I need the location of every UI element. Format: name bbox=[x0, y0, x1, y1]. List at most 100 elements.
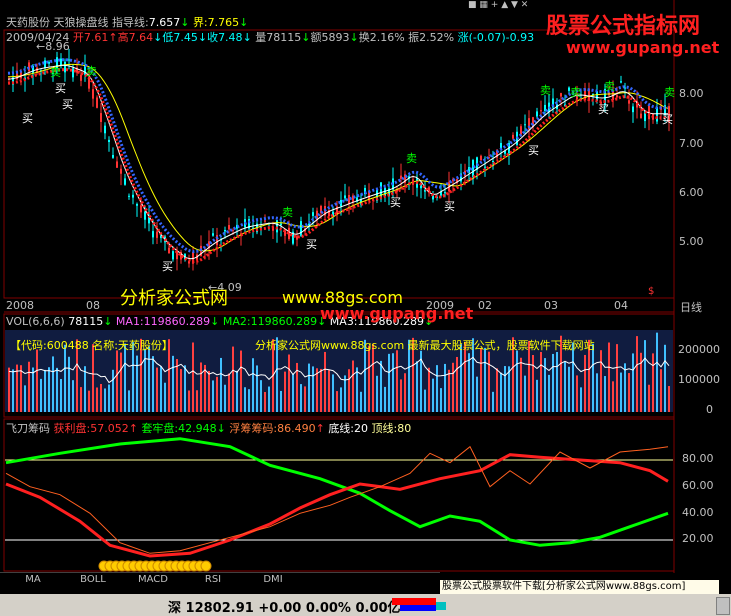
open-label: 开 bbox=[72, 31, 84, 44]
volume-bar bbox=[136, 355, 138, 412]
volume-bar bbox=[448, 369, 450, 412]
volume-bar bbox=[192, 342, 194, 412]
volume-bar bbox=[600, 350, 602, 412]
volume-bar bbox=[596, 373, 598, 412]
close-icon[interactable]: ✕ bbox=[521, 0, 529, 10]
volume-bar bbox=[484, 347, 486, 412]
down-icon[interactable]: ▼ bbox=[511, 0, 518, 10]
vol-title: VOL(6,6,6) bbox=[6, 315, 65, 328]
tab-macd[interactable]: MACD bbox=[124, 573, 182, 587]
indicator-header: 飞刀筹码 获利盘:57.052↑ 套牢盘:42.948↓ 浮筹筹码:86.490… bbox=[6, 422, 412, 435]
market-name: 深 bbox=[168, 601, 182, 616]
volume-bar bbox=[352, 360, 354, 412]
volume-bar bbox=[80, 387, 82, 412]
candle-body bbox=[80, 74, 82, 81]
down-arrow-icon: ↓ bbox=[301, 31, 311, 44]
index-pct: 0.00% bbox=[305, 601, 351, 616]
candle-body bbox=[560, 93, 562, 97]
candle-body bbox=[276, 220, 278, 233]
banner: 股票公式股票软件下载[分析家公式网www.88gs.com] bbox=[440, 580, 719, 594]
candle-body bbox=[444, 192, 446, 194]
volume-bar bbox=[452, 362, 454, 412]
volume-bar bbox=[340, 387, 342, 412]
turnover-value: 2.16% bbox=[369, 31, 405, 44]
volume-bar bbox=[424, 389, 426, 412]
profit-value: 57.052 bbox=[90, 422, 129, 435]
tab-rsi[interactable]: RSI bbox=[184, 573, 242, 587]
bottom-value: 20 bbox=[354, 422, 369, 435]
volume-bar bbox=[652, 353, 654, 412]
volume-bar bbox=[444, 363, 446, 412]
vol-tick-100000: 100000 bbox=[678, 373, 720, 386]
plus-icon[interactable]: + bbox=[491, 0, 499, 10]
amplitude-label: 振 bbox=[408, 31, 420, 44]
buy-signal: 买 bbox=[306, 238, 317, 251]
volume-bar bbox=[20, 365, 22, 412]
tab-ma[interactable]: MA bbox=[4, 573, 62, 587]
tab-boll[interactable]: BOLL bbox=[64, 573, 122, 587]
tab-dmi[interactable]: DMI bbox=[244, 573, 302, 587]
up-icon[interactable]: ▲ bbox=[501, 0, 508, 10]
price-tick-7: 7.00 bbox=[679, 137, 704, 150]
candle-body bbox=[132, 194, 134, 198]
period-label[interactable]: 日线 bbox=[680, 299, 702, 315]
down-arrow-icon: ↓ bbox=[242, 31, 252, 44]
volume-bar bbox=[268, 386, 270, 412]
candle-body bbox=[264, 220, 266, 222]
volume-bar bbox=[56, 367, 58, 412]
volume-bar bbox=[244, 387, 246, 412]
volume-bar bbox=[72, 380, 74, 412]
trap-label: 套牢盘: bbox=[141, 422, 179, 435]
candle-body bbox=[120, 168, 122, 174]
volume-bar bbox=[316, 368, 318, 412]
dollar-icon: $ bbox=[648, 286, 655, 297]
high-marker: ←8.96 bbox=[36, 40, 70, 53]
float-value: 86.490 bbox=[277, 422, 316, 435]
volume-bar bbox=[632, 353, 634, 412]
status-bar: 深 12802.91 +0.00 0.00% 0.00亿 bbox=[0, 594, 731, 616]
candle-body bbox=[168, 247, 170, 254]
volume-bar bbox=[164, 382, 166, 412]
low-label: 低 bbox=[162, 31, 174, 44]
buy-signal: 买 bbox=[55, 82, 66, 95]
candle-body bbox=[112, 155, 114, 158]
sell-signal: 卖 bbox=[540, 84, 551, 97]
sell-signal: 卖 bbox=[664, 86, 675, 99]
candle-body bbox=[60, 58, 62, 66]
scroll-handle[interactable] bbox=[716, 597, 730, 615]
chart-toggle-icon[interactable]: ■ bbox=[468, 0, 477, 10]
volume-bar bbox=[508, 366, 510, 412]
volume-bar bbox=[392, 353, 394, 412]
candle-body bbox=[140, 205, 142, 213]
grid-icon[interactable]: ▦ bbox=[479, 0, 488, 10]
vol-label: 量 bbox=[255, 31, 267, 44]
trap-value: 42.948 bbox=[178, 422, 217, 435]
sell-signal: 卖 bbox=[282, 206, 293, 219]
volume-bar bbox=[204, 364, 206, 412]
volume-bar bbox=[328, 370, 330, 412]
volume-bar bbox=[184, 365, 186, 412]
time-label-04: 04 bbox=[614, 299, 628, 312]
top-value: 80 bbox=[397, 422, 412, 435]
volume-bar bbox=[84, 366, 86, 412]
volume-bar bbox=[172, 355, 174, 412]
volume-bar bbox=[456, 356, 458, 412]
price-candles bbox=[8, 48, 670, 271]
volume-bar bbox=[520, 357, 522, 412]
volume-bar bbox=[400, 379, 402, 412]
volume-bar bbox=[188, 390, 190, 412]
volume-bar bbox=[564, 361, 566, 412]
volume-bar bbox=[488, 351, 490, 412]
candle-body bbox=[348, 194, 350, 204]
volume-bar bbox=[304, 386, 306, 412]
amplitude-value: 2.52% bbox=[419, 31, 455, 44]
volume-bar bbox=[404, 373, 406, 412]
volume-bar bbox=[236, 370, 238, 412]
price-panel-border bbox=[3, 29, 675, 299]
volume-bar bbox=[524, 375, 526, 412]
volume-bar bbox=[388, 353, 390, 412]
bound-value: 7.765 bbox=[207, 16, 240, 29]
high-value: 7.64 bbox=[128, 31, 154, 44]
watermark-cn: 分析家公式网 bbox=[120, 288, 228, 309]
ind-tick-40: 40.00 bbox=[682, 506, 714, 519]
